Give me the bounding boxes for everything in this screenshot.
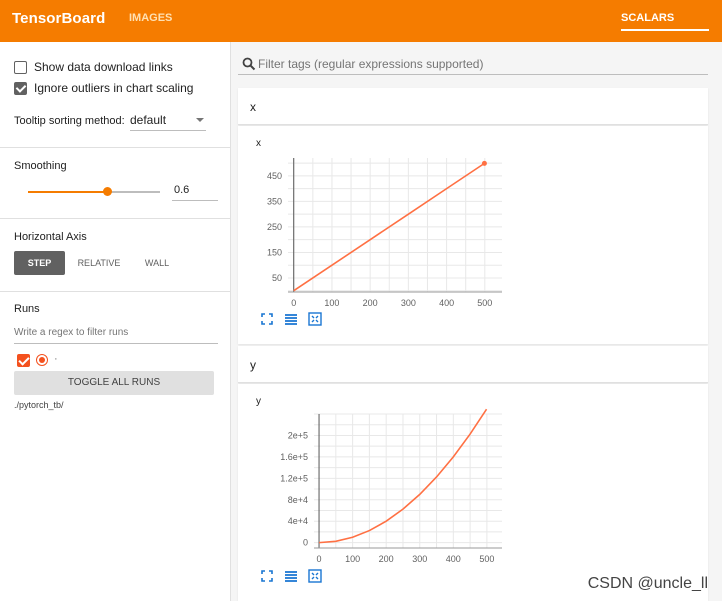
main-content: Filter tags (regular expressions support… xyxy=(238,42,722,601)
x-tick-label: 0 xyxy=(291,298,296,308)
run-label: · xyxy=(54,353,58,365)
ignore-outliers-label: Ignore outliers in chart scaling xyxy=(34,81,194,95)
run-color-radio[interactable] xyxy=(36,354,48,366)
series-end-marker xyxy=(481,160,487,166)
card-header-title: y xyxy=(250,358,256,372)
y-tick-label: 2e+5 xyxy=(288,430,308,440)
runs-filter-placeholder: Write a regex to filter runs xyxy=(14,327,129,338)
tooltip-sorting-value: default xyxy=(130,113,167,127)
y-tick-label: 4e+4 xyxy=(288,516,308,526)
show-download-links-label: Show data download links xyxy=(34,60,173,74)
divider xyxy=(0,147,230,148)
y-tick-label: 8e+4 xyxy=(288,495,308,505)
active-tab-indicator xyxy=(621,29,709,31)
card-header-x[interactable]: x xyxy=(238,88,708,125)
x-tick-label: 500 xyxy=(479,554,494,564)
x-tick-label: 100 xyxy=(324,298,339,308)
x-tick-label: 100 xyxy=(345,554,360,564)
runs-filter-input[interactable]: Write a regex to filter runs xyxy=(14,325,218,344)
sidebar: Show data download links Ignore outliers… xyxy=(0,42,231,601)
search-icon xyxy=(242,57,256,71)
horizontal-axis-label: Horizontal Axis xyxy=(14,231,87,243)
tooltip-sorting-select[interactable]: default xyxy=(130,112,206,131)
fit-domain-icon[interactable] xyxy=(260,569,274,583)
card-header-title: x xyxy=(250,100,256,114)
watermark-text: CSDN @uncle_ll xyxy=(587,575,708,592)
tag-filter-underline xyxy=(238,74,708,75)
chart-y[interactable]: 0 100 200 300 400 500 0 4e+4 8e+4 1.2e+5 1.6e+5 2e+… xyxy=(238,404,708,594)
y-tick-label: 1.2e+5 xyxy=(280,473,308,483)
x-tick-label: 400 xyxy=(446,554,461,564)
smoothing-value-input[interactable]: 0.6 xyxy=(172,182,218,201)
x-tick-label: 300 xyxy=(412,554,427,564)
axis-relative-button[interactable]: RELATIVE xyxy=(71,251,127,275)
expand-chart-icon[interactable] xyxy=(308,312,322,326)
x-tick-label: 500 xyxy=(477,298,492,308)
x-tick-label: 0 xyxy=(317,554,322,564)
fit-domain-icon[interactable] xyxy=(260,312,274,326)
divider xyxy=(0,291,230,292)
expand-chart-icon[interactable] xyxy=(308,569,322,583)
y-tick-label: 250 xyxy=(267,222,282,232)
y-tick-label: 450 xyxy=(267,171,282,181)
axis-step-button[interactable]: STEP xyxy=(14,251,65,275)
logdir-label: ./pytorch_tb/ xyxy=(14,400,64,410)
y-tick-label: 50 xyxy=(272,273,282,283)
chart-x[interactable]: 0 100 200 300 400 500 50 150 250 350 450 xyxy=(238,146,708,336)
smoothing-slider-handle[interactable] xyxy=(103,187,113,196)
tab-scalars[interactable]: SCALARS xyxy=(621,12,674,24)
x-tick-label: 300 xyxy=(401,298,416,308)
tag-filter-input[interactable]: Filter tags (regular expressions support… xyxy=(258,57,483,71)
smoothing-label: Smoothing xyxy=(14,160,67,172)
x-tick-label: 200 xyxy=(379,554,394,564)
x-tick-label: 400 xyxy=(439,298,454,308)
data-table-icon[interactable] xyxy=(284,569,298,583)
axis-wall-button[interactable]: WALL xyxy=(139,251,175,275)
runs-label: Runs xyxy=(14,303,40,315)
y-tick-label: 1.6e+5 xyxy=(280,452,308,462)
ignore-outliers-checkbox[interactable] xyxy=(14,82,27,95)
toggle-all-runs-button[interactable]: TOGGLE ALL RUNS xyxy=(14,371,214,395)
app-brand: TensorBoard xyxy=(12,10,106,27)
chart-card-y: y 0 100 200 300 400 500 0 4e+4 8e+4 1.2e+5 1.6e+5 2… xyxy=(238,384,708,601)
tooltip-sorting-label: Tooltip sorting method: xyxy=(14,115,125,127)
y-tick-label: 350 xyxy=(267,196,282,206)
divider xyxy=(0,218,230,219)
show-download-links-checkbox[interactable] xyxy=(14,61,27,74)
run-checkbox[interactable] xyxy=(17,354,30,367)
top-app-bar: TensorBoard IMAGES SCALARS xyxy=(0,0,722,42)
x-tick-label: 200 xyxy=(363,298,378,308)
card-header-y[interactable]: y xyxy=(238,346,708,383)
chevron-down-icon xyxy=(196,118,204,122)
data-table-icon[interactable] xyxy=(284,312,298,326)
smoothing-slider-fill xyxy=(28,191,108,193)
chart-card-x: x 0 100 200 300 400 500 50 150 250 350 450 xyxy=(238,126,708,344)
tab-images[interactable]: IMAGES xyxy=(129,12,172,24)
y-tick-label: 0 xyxy=(303,538,308,548)
smoothing-value: 0.6 xyxy=(174,184,190,196)
y-tick-label: 150 xyxy=(267,247,282,257)
